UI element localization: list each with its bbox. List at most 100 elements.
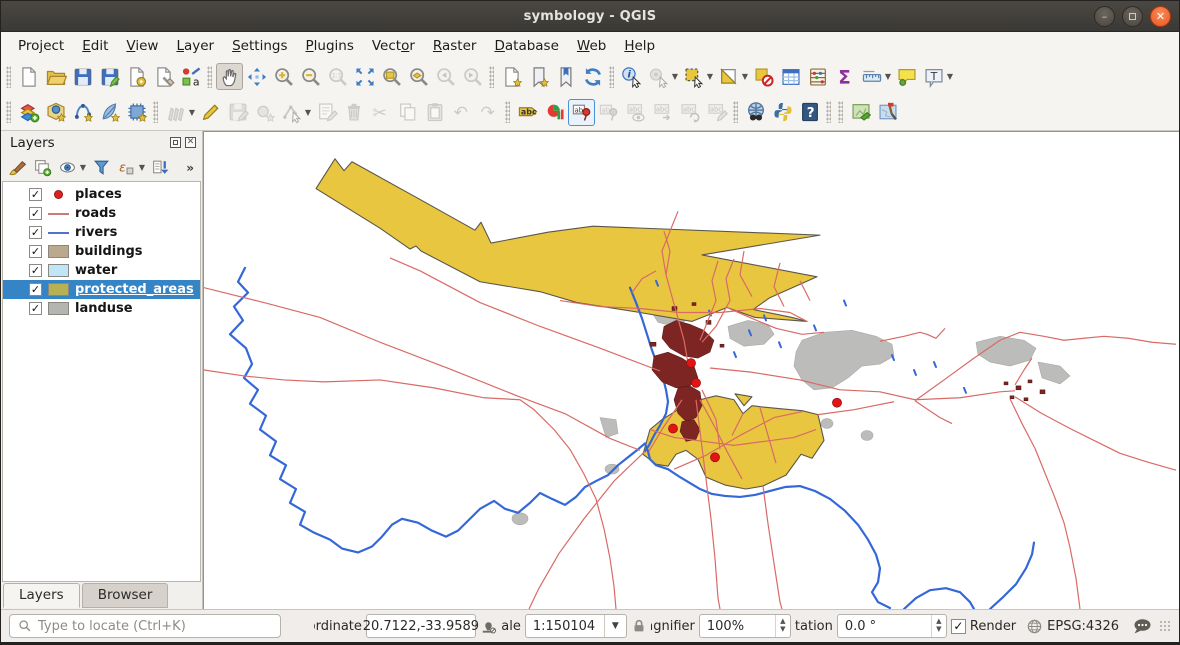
crs-value[interactable]: EPSG:4326 <box>1047 619 1119 634</box>
menu-raster[interactable]: Raster <box>424 35 486 57</box>
zoom-native-button[interactable]: 1:1 <box>324 63 351 90</box>
zoom-next-button[interactable] <box>459 63 486 90</box>
new-map-view-button[interactable] <box>498 63 525 90</box>
menu-web[interactable]: Web <box>568 35 615 57</box>
toolbar-drag-handle[interactable] <box>733 101 738 123</box>
new-spatialite-layer-button[interactable] <box>96 99 123 126</box>
save-edits-button[interactable] <box>224 99 251 126</box>
new-layout-button[interactable] <box>123 63 150 90</box>
undo-button[interactable]: ↶ <box>448 99 475 126</box>
open-project-button[interactable] <box>42 63 69 90</box>
pan-to-selection-button[interactable] <box>243 63 270 90</box>
menu-edit[interactable]: Edit <box>73 35 117 57</box>
show-bookmarks-button[interactable] <box>552 63 579 90</box>
pin-labels-button[interactable]: ab <box>568 99 595 126</box>
tab-browser[interactable]: Browser <box>82 583 169 608</box>
filter-expression-button[interactable]: ε <box>114 156 138 180</box>
expand-tree-button[interactable] <box>148 156 172 180</box>
magnifier-spinbox[interactable]: 100% ▲▼ <box>699 614 791 638</box>
resize-grip[interactable] <box>1159 620 1171 632</box>
delete-selected-button[interactable] <box>340 99 367 126</box>
add-group-button[interactable] <box>30 156 54 180</box>
change-label-button[interactable]: abc <box>703 99 730 126</box>
menu-project[interactable]: Project <box>9 35 73 57</box>
modify-attributes-button[interactable] <box>313 99 340 126</box>
statistical-summary-button[interactable]: Σ <box>831 63 858 90</box>
help-contents-button[interactable]: ? <box>796 99 823 126</box>
maximize-button[interactable] <box>1122 6 1143 27</box>
rotation-spinbox[interactable]: 0.0 ° ▲▼ <box>837 614 947 638</box>
map-canvas[interactable] <box>203 131 1179 609</box>
rotation-spin-buttons[interactable]: ▲▼ <box>931 615 946 637</box>
layer-checkbox-roads[interactable]: ✓ <box>29 207 42 220</box>
zoom-full-button[interactable] <box>351 63 378 90</box>
crs-globe-icon[interactable] <box>1026 618 1043 635</box>
layer-checkbox-rivers[interactable]: ✓ <box>29 226 42 239</box>
rotate-label-button[interactable]: abc <box>676 99 703 126</box>
select-polygon-button[interactable] <box>715 63 742 90</box>
select-features-button[interactable] <box>680 63 707 90</box>
scale-dropdown-arrow[interactable]: ▼ <box>604 615 626 637</box>
layer-checkbox-protected_areas[interactable]: ✓ <box>29 283 42 296</box>
layer-row-water[interactable]: ✓water <box>3 261 200 280</box>
filter-legend-button[interactable] <box>89 156 113 180</box>
map-themes-dropdown-arrow[interactable]: ▼ <box>78 163 88 172</box>
pan-map-button[interactable] <box>216 63 243 90</box>
current-edits-button[interactable] <box>162 99 189 126</box>
toolbar-drag-handle[interactable] <box>207 66 212 88</box>
move-label-button[interactable]: abc <box>649 99 676 126</box>
coordinate-input[interactable]: 20.7122,-33.9589 <box>366 614 476 638</box>
layer-row-buildings[interactable]: ✓buildings <box>3 242 200 261</box>
text-annotation-button[interactable]: T <box>920 63 947 90</box>
layer-row-places[interactable]: ✓places <box>3 185 200 204</box>
paste-features-button[interactable] <box>421 99 448 126</box>
zoom-out-button[interactable] <box>297 63 324 90</box>
show-hide-labels-button[interactable]: abc <box>622 99 649 126</box>
zoom-last-button[interactable] <box>432 63 459 90</box>
copy-features-button[interactable] <box>394 99 421 126</box>
add-feature-button[interactable] <box>251 99 278 126</box>
data-source-manager-button[interactable] <box>15 99 42 126</box>
redo-button[interactable]: ↷ <box>475 99 502 126</box>
layout-manager-button[interactable] <box>150 63 177 90</box>
toolbar-drag-handle[interactable] <box>6 101 11 123</box>
map-tips-button[interactable] <box>893 63 920 90</box>
metasearch-button[interactable] <box>742 99 769 126</box>
float-panel-button[interactable] <box>170 137 181 148</box>
python-console-button[interactable] <box>769 99 796 126</box>
messages-balloon-icon[interactable] <box>1131 617 1153 635</box>
layer-checkbox-landuse[interactable]: ✓ <box>29 302 42 315</box>
menu-plugins[interactable]: Plugins <box>296 35 362 57</box>
new-bookmark-button[interactable] <box>525 63 552 90</box>
refresh-button[interactable] <box>579 63 606 90</box>
layer-diagram-button[interactable] <box>541 99 568 126</box>
filter-expression-dropdown-arrow[interactable]: ▼ <box>137 163 147 172</box>
identify-features-button[interactable]: i <box>618 63 645 90</box>
deselect-all-button[interactable] <box>750 63 777 90</box>
map-plugin-green-button[interactable] <box>847 99 874 126</box>
locator-input[interactable]: Type to locate (Ctrl+K) <box>9 614 281 638</box>
layer-row-landuse[interactable]: ✓landuse <box>3 299 200 318</box>
close-panel-button[interactable]: ✕ <box>185 137 196 148</box>
scale-combo[interactable]: 1:150104 ▼ <box>525 614 627 638</box>
map-plugin-tools-button[interactable] <box>874 99 901 126</box>
layer-row-roads[interactable]: ✓roads <box>3 204 200 223</box>
toolbar-drag-handle[interactable] <box>489 66 494 88</box>
layer-checkbox-water[interactable]: ✓ <box>29 264 42 277</box>
tab-layers[interactable]: Layers <box>3 583 80 608</box>
toolbar-drag-handle[interactable] <box>153 101 158 123</box>
zoom-to-selection-button[interactable] <box>378 63 405 90</box>
field-calculator-button[interactable] <box>804 63 831 90</box>
map-themes-button[interactable] <box>55 156 79 180</box>
zoom-to-layer-button[interactable] <box>405 63 432 90</box>
minimize-button[interactable]: – <box>1094 6 1115 27</box>
menu-settings[interactable]: Settings <box>223 35 296 57</box>
menu-help[interactable]: Help <box>615 35 664 57</box>
new-project-button[interactable] <box>15 63 42 90</box>
save-project-as-button[interactable] <box>96 63 123 90</box>
vertex-tool-button[interactable] <box>278 99 305 126</box>
toolbar-drag-handle[interactable] <box>838 101 843 123</box>
layer-row-protected_areas[interactable]: ✓protected_areas <box>3 280 200 299</box>
new-geopackage-layer-button[interactable] <box>42 99 69 126</box>
layer-checkbox-buildings[interactable]: ✓ <box>29 245 42 258</box>
